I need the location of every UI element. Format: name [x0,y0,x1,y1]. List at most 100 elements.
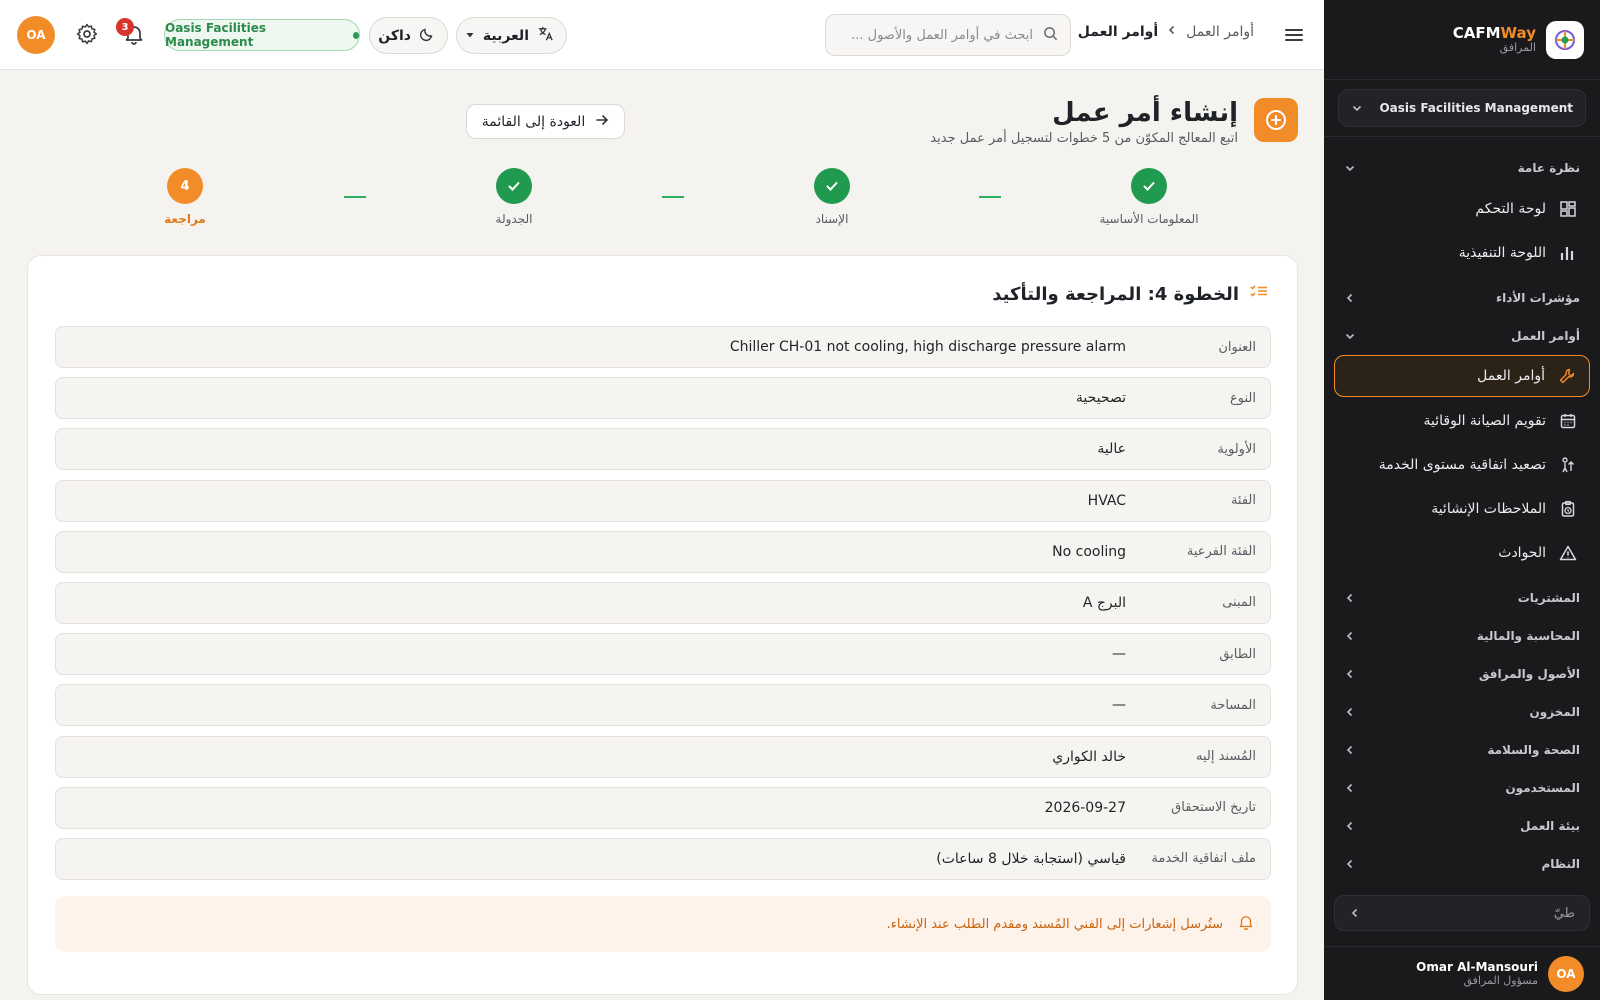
breadcrumb-parent[interactable]: أوامر العمل [1186,24,1254,40]
back-button-label: العودة إلى القائمة [481,113,586,130]
card-title: الخطوة 4: المراجعة والتأكيد [992,282,1269,307]
row-value: 2026-09-27 [1044,799,1126,816]
translate-icon [537,25,554,46]
user-name: Omar Al-Mansouri [1416,959,1538,974]
review-card: الخطوة 4: المراجعة والتأكيد العنوان Chill… [27,255,1298,995]
sidebar-section-environment[interactable]: بيئة العمل [1324,807,1600,845]
sidebar-section-finance[interactable]: المحاسبة والمالية [1324,617,1600,655]
row-value: قياسي (استجابة خلال 8 ساعات) [936,850,1126,867]
chevron-left-icon [1166,24,1178,40]
sidebar-item-pm-calendar[interactable]: تقويم الصيانة الوقائية [1324,399,1600,443]
sidebar-section-system[interactable]: النظام [1324,845,1600,883]
sidebar-section-procurement[interactable]: المشتريات [1324,579,1600,617]
row-label: الفئة الفرعية [1186,544,1256,560]
step-label: الإسناد [815,212,849,226]
row-label: النوع [1230,390,1256,406]
organization-badge: Oasis Facilities Management [164,19,360,51]
review-rows: العنوان Chiller CH-01 not cooling, high d… [55,326,1271,889]
sidebar-section-assets[interactable]: الأصول والمرافق [1324,655,1600,693]
sidebar-item-work-orders[interactable]: أوامر العمل [1334,355,1590,397]
step-review[interactable]: 4 مراجعة [105,168,265,226]
row-value: — [1112,697,1126,714]
row-value: عالية [1097,441,1126,458]
row-label: تاريخ الاستحقاق [1171,800,1256,816]
sidebar-item-structural-notes[interactable]: الملاحظات الإنشائية [1324,487,1600,531]
user-avatar[interactable]: OA [17,16,55,54]
review-row-due-date: تاريخ الاستحقاق 2026-09-27 [55,786,1271,829]
breadcrumb-current: أوامر العمل [1077,24,1159,40]
sidebar-user[interactable]: OA Omar Al-Mansouri مسؤول المرافق [1324,946,1600,1000]
clipboard-clock-icon [1558,499,1578,519]
chevron-left-icon [1344,782,1356,794]
wrench-icon [1557,366,1577,386]
review-row-sla-profile: ملف اتفاقية الخدمة قياسي (استجابة خلال 8 … [55,837,1271,880]
sidebar-section-inventory[interactable]: المخزون [1324,693,1600,731]
chevron-down-icon [1344,330,1356,342]
page-subtitle: اتبع المعالج المكوّن من 5 خطوات لتسجيل أ… [930,131,1238,147]
step-label: مراجعة [164,212,206,226]
row-value: تصحيحية [1075,390,1126,407]
notice-text: ستُرسل إشعارات إلى الفني المُسند ومقدم ا… [886,916,1223,932]
status-dot-icon [352,31,359,39]
step-label: المعلومات الأساسية [1099,212,1199,226]
sidebar-item-label: الملاحظات الإنشائية [1431,501,1546,517]
chevron-left-icon [1344,706,1356,718]
review-row-subcategory: الفئة الفرعية No cooling [55,530,1271,573]
sidebar-section-users[interactable]: المستخدمون [1324,769,1600,807]
sidebar-item-label: أوامر العمل [1477,368,1545,384]
sidebar-section-work-orders[interactable]: أوامر العمل [1324,317,1600,355]
divider [1324,136,1600,137]
top-bar: أوامر العمل أوامر العمل ابحث في أوامر ال… [0,0,1324,70]
theme-toggle[interactable]: داكن [369,17,448,54]
review-title: الخطوة 4: المراجعة والتأكيد [992,284,1239,305]
page-header: إنشاء أمر عمل اتبع المعالج المكوّن من 5 … [930,98,1298,146]
step-scheduling[interactable]: الجدولة [434,168,594,226]
sidebar-item-executive[interactable]: اللوحة التنفيذية [1324,231,1600,275]
warning-triangle-icon [1558,543,1578,563]
sidebar-item-label: تصعيد اتفاقية مستوى الخدمة [1378,457,1546,473]
plus-circle-icon [1254,98,1298,142]
step-basic-info[interactable]: المعلومات الأساسية [1069,168,1229,226]
notification-notice: ستُرسل إشعارات إلى الفني المُسند ومقدم ا… [55,896,1271,952]
sidebar-section-hse[interactable]: الصحة والسلامة [1324,731,1600,769]
row-value: Chiller CH-01 not cooling, high discharg… [729,339,1126,355]
sidebar: CAFMWay المرافق Oasis Facilities Managem… [1324,0,1600,1000]
sidebar-section-kpis[interactable]: مؤشرات الأداء [1324,279,1600,317]
section-label: الأصول والمرافق [1478,667,1580,681]
language-selector[interactable]: العربية [456,17,567,54]
review-row-space: المساحة — [55,684,1271,727]
step-assignment[interactable]: الإسناد [752,168,912,226]
row-value: — [1112,646,1126,663]
back-to-list-button[interactable]: العودة إلى القائمة [466,104,625,139]
search-placeholder: ابحث في أوامر العمل والأصول ... [851,27,1033,43]
search-input[interactable]: ابحث في أوامر العمل والأصول ... [825,14,1071,56]
gear-icon[interactable] [75,22,99,46]
language-label: العربية [482,27,529,44]
chevron-left-icon [1344,820,1356,832]
section-label: المستخدمون [1505,781,1580,795]
check-icon [496,168,532,204]
brand-subtitle: المرافق [1499,40,1536,54]
sidebar-collapse-button[interactable]: طيّ [1334,895,1590,931]
sidebar-item-dashboard[interactable]: لوحة التحكم [1324,187,1600,231]
page-title: إنشاء أمر عمل [1052,98,1238,128]
review-row-building: المبنى البرج A [55,581,1271,624]
list-checks-icon [1249,282,1269,307]
review-row-priority: الأولوية عالية [55,428,1271,471]
menu-icon[interactable] [1282,23,1306,47]
check-icon [1131,168,1167,204]
section-label: الصحة والسلامة [1487,743,1580,757]
sidebar-item-sla-escalation[interactable]: تصعيد اتفاقية مستوى الخدمة [1324,443,1600,487]
section-label: المحاسبة والمالية [1476,629,1580,643]
section-label: النظام [1541,857,1580,871]
organization-selector[interactable]: Oasis Facilities Management [1338,89,1586,127]
sidebar-item-incidents[interactable]: الحوادث [1324,531,1600,575]
sidebar-section-overview[interactable]: نظرة عامة [1324,149,1600,187]
row-value: No cooling [1052,543,1126,560]
bell-icon [1237,913,1255,935]
user-role: مسؤول المرافق [1463,974,1538,988]
caret-down-icon [465,28,475,44]
notification-badge: 3 [116,18,134,36]
chevron-down-icon [1344,162,1356,174]
chevron-left-icon [1344,858,1356,870]
